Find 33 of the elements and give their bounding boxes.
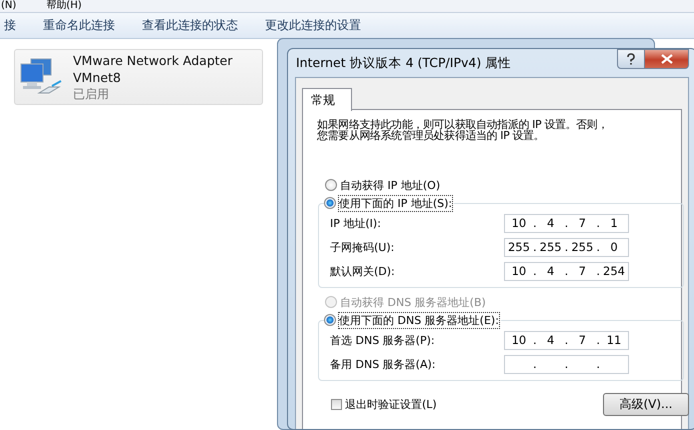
toolbar-item[interactable]: 接	[4, 17, 16, 34]
toolbar-item[interactable]: 更改此连接的设置	[265, 17, 361, 34]
ip-address-field[interactable]: 10 . 4 . 7 . 11	[504, 330, 629, 350]
validate-checkbox[interactable]: 退出时验证设置(L)	[331, 397, 437, 412]
field-label: IP 地址(I):	[330, 216, 382, 230]
field-label: 默认网关(D):	[330, 264, 396, 278]
field-label: 首选 DNS 服务器(P):	[330, 332, 436, 348]
field-label: 子网掩码(U):	[330, 240, 396, 254]
toolbar-item[interactable]: 重命名此连接	[43, 17, 115, 34]
adapter-name: VMware Network Adapter	[73, 52, 233, 68]
field-label: 备用 DNS 服务器(A):	[330, 356, 436, 372]
menu-item[interactable]: 帮助(H)	[46, 0, 82, 12]
adapter-status: 已启用	[73, 86, 110, 102]
advanced-button[interactable]: 高级(V)...	[603, 393, 689, 416]
adapter-card[interactable]: VMware Network Adapter VMnet8 已启用	[14, 49, 263, 105]
ip-address-field[interactable]: 10 . 4 . 7 . 254	[504, 262, 629, 280]
network-name: VMnet8	[73, 68, 122, 86]
radio-option[interactable]: 使用下面的 DNS 服务器地址(E):	[324, 312, 499, 328]
window-title: Internet 协议版本 4 (TCP/IPv4) 属性	[295, 54, 512, 72]
help-icon	[626, 53, 636, 65]
menu-item[interactable]: (N)	[1, 0, 16, 12]
ip-address-field[interactable]: . . .	[504, 354, 629, 374]
ip-address-field[interactable]: 255 . 255 . 255 . 0	[504, 238, 629, 256]
close-icon	[660, 54, 672, 64]
radio-option[interactable]: 使用下面的 IP 地址(S):	[324, 195, 452, 211]
description-text: 如果网络支持此功能，则可以获取自动指派的 IP 设置。否则，	[317, 119, 608, 130]
close-button[interactable]	[645, 49, 689, 69]
tab[interactable]: 常规	[302, 88, 352, 111]
help-button[interactable]	[617, 49, 645, 69]
description-text: 您需要从网络系统管理员处获得适当的 IP 设置。	[317, 130, 544, 141]
radio-option[interactable]: 自动获得 IP 地址(O)	[325, 177, 681, 193]
ip-address-field[interactable]: 10 . 4 . 7 . 1	[504, 214, 629, 232]
toolbar-item[interactable]: 查看此连接的状态	[142, 17, 238, 34]
